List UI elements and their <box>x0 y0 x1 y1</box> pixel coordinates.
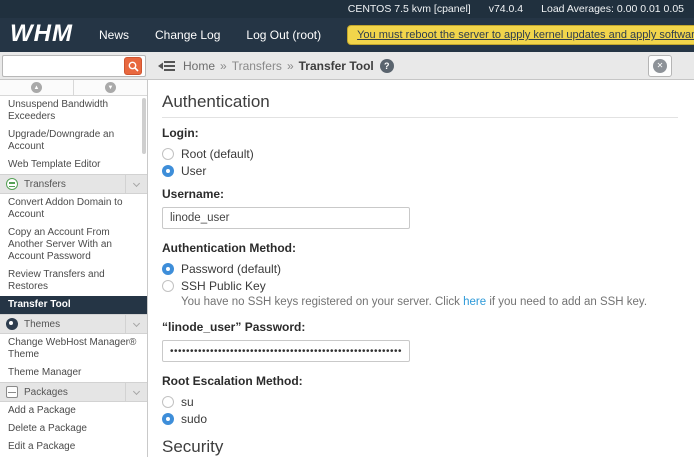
scroll-down-icon: ▼ <box>105 82 116 93</box>
packages-icon <box>6 386 18 398</box>
reboot-alert-link[interactable]: You must reboot the server to apply kern… <box>347 25 694 45</box>
username-input[interactable] <box>162 207 410 229</box>
chevron-down-icon[interactable] <box>125 315 147 333</box>
sidebar-scroll-buttons: ▲ ▼ <box>0 80 147 96</box>
themes-icon <box>6 318 18 330</box>
sidebar-scrollbar[interactable] <box>142 98 146 154</box>
password-label: “linode_user” Password: <box>162 320 678 334</box>
radio-sudo-label[interactable]: sudo <box>181 412 207 426</box>
search-icon <box>128 61 139 72</box>
radio-password[interactable] <box>162 263 174 275</box>
ssh-key-here-link[interactable]: here <box>463 296 486 308</box>
sidebar-item-unsuspend-bandwidth-exceeders[interactable]: Unsuspend Bandwidth Exceeders <box>0 96 147 126</box>
scroll-up-icon: ▲ <box>31 82 42 93</box>
sidebar-item-copy-account-from-server[interactable]: Copy an Account From Another Server With… <box>0 224 147 266</box>
breadcrumb-separator: » <box>287 59 294 73</box>
password-input[interactable] <box>162 340 410 362</box>
close-icon: ✕ <box>653 59 667 73</box>
collapse-sidebar-icon[interactable] <box>158 60 175 72</box>
escalation-option-sudo: sudo <box>162 411 678 427</box>
sidebar-item-delete-a-package[interactable]: Delete a Package <box>0 420 147 438</box>
header: WHM News Change Log Log Out (root) You m… <box>0 18 694 52</box>
auth-method-label: Authentication Method: <box>162 241 678 255</box>
breadcrumb-separator: » <box>220 59 227 73</box>
sidebar-item-review-transfers-restores[interactable]: Review Transfers and Restores <box>0 266 147 296</box>
sidebar-item-add-a-package[interactable]: Add a Package <box>0 402 147 420</box>
breadcrumb-transfer-tool: Transfer Tool <box>299 59 374 73</box>
sidebar-item-convert-addon-domain[interactable]: Convert Addon Domain to Account <box>0 194 147 224</box>
radio-root-label[interactable]: Root (default) <box>181 147 254 161</box>
sidebar-item-edit-a-package[interactable]: Edit a Package <box>0 438 147 456</box>
login-option-root: Root (default) <box>162 146 678 162</box>
help-icon[interactable]: ? <box>380 59 394 73</box>
nav-news[interactable]: News <box>99 28 129 42</box>
radio-user[interactable] <box>162 165 174 177</box>
sidebar-section-label: Themes <box>24 319 60 330</box>
sidebar-item-transfer-tool[interactable]: Transfer Tool <box>0 296 147 314</box>
radio-password-label[interactable]: Password (default) <box>181 262 281 276</box>
main-content: Authentication Login: Root (default) Use… <box>148 80 694 457</box>
nav-change-log[interactable]: Change Log <box>155 28 220 42</box>
ssh-note-text: if you need to add an SSH key. <box>486 296 647 308</box>
radio-sudo[interactable] <box>162 413 174 425</box>
chevron-down-icon[interactable] <box>125 175 147 193</box>
sidebar-section-transfers[interactable]: Transfers <box>0 174 147 194</box>
nav-log-out[interactable]: Log Out (root) <box>246 28 321 42</box>
root-escalation-label: Root Escalation Method: <box>162 374 678 388</box>
breadcrumb-transfers[interactable]: Transfers <box>232 59 282 73</box>
search-zone <box>0 52 148 79</box>
breadcrumb: Home » Transfers » Transfer Tool <box>183 59 374 73</box>
security-heading: Security <box>162 437 678 457</box>
radio-ssh-key[interactable] <box>162 280 174 292</box>
close-button[interactable]: ✕ <box>648 55 672 77</box>
username-label: Username: <box>162 187 678 201</box>
chevron-down-icon[interactable] <box>125 383 147 401</box>
radio-user-label[interactable]: User <box>181 164 206 178</box>
auth-method-password: Password (default) <box>162 261 678 277</box>
breadcrumb-home[interactable]: Home <box>183 59 215 73</box>
login-label: Login: <box>162 126 678 140</box>
transfers-icon <box>6 178 18 190</box>
whm-logo[interactable]: WHM <box>10 20 73 48</box>
sidebar-item-theme-manager[interactable]: Theme Manager <box>0 364 147 382</box>
radio-ssh-key-label[interactable]: SSH Public Key <box>181 279 266 293</box>
sidebar-section-label: Transfers <box>24 179 66 190</box>
scroll-up-button[interactable]: ▲ <box>0 80 74 95</box>
system-status-bar: CENTOS 7.5 kvm [cpanel] v74.0.4 Load Ave… <box>0 0 694 18</box>
whm-app: CENTOS 7.5 kvm [cpanel] v74.0.4 Load Ave… <box>0 0 694 457</box>
toolbar: Home » Transfers » Transfer Tool ? ✕ <box>0 52 694 80</box>
radio-root[interactable] <box>162 148 174 160</box>
sidebar-item-upgrade-downgrade-account[interactable]: Upgrade/Downgrade an Account <box>0 126 147 156</box>
login-option-user: User <box>162 163 678 179</box>
sidebar-section-themes[interactable]: Themes <box>0 314 147 334</box>
ssh-key-note: You have no SSH keys registered on your … <box>181 295 678 310</box>
whm-version: v74.0.4 <box>489 3 523 15</box>
auth-method-ssh-key: SSH Public Key <box>162 278 678 294</box>
sidebar-section-label: Packages <box>24 387 68 398</box>
authentication-heading: Authentication <box>162 92 678 118</box>
sidebar-item-web-template-editor[interactable]: Web Template Editor <box>0 156 147 174</box>
system-info: CENTOS 7.5 kvm [cpanel] <box>348 3 471 15</box>
ssh-note-text: You have no SSH keys registered on your … <box>181 296 463 308</box>
sidebar-section-packages[interactable]: Packages <box>0 382 147 402</box>
load-averages: Load Averages: 0.00 0.01 0.05 <box>541 3 684 15</box>
scroll-down-button[interactable]: ▼ <box>74 80 147 95</box>
escalation-option-su: su <box>162 394 678 410</box>
radio-su-label[interactable]: su <box>181 395 194 409</box>
search-button[interactable] <box>124 57 142 75</box>
sidebar-item-change-whm-theme[interactable]: Change WebHost Manager® Theme <box>0 334 147 364</box>
sidebar: ▲ ▼ Unsuspend Bandwidth Exceeders Upgrad… <box>0 80 148 457</box>
radio-su[interactable] <box>162 396 174 408</box>
